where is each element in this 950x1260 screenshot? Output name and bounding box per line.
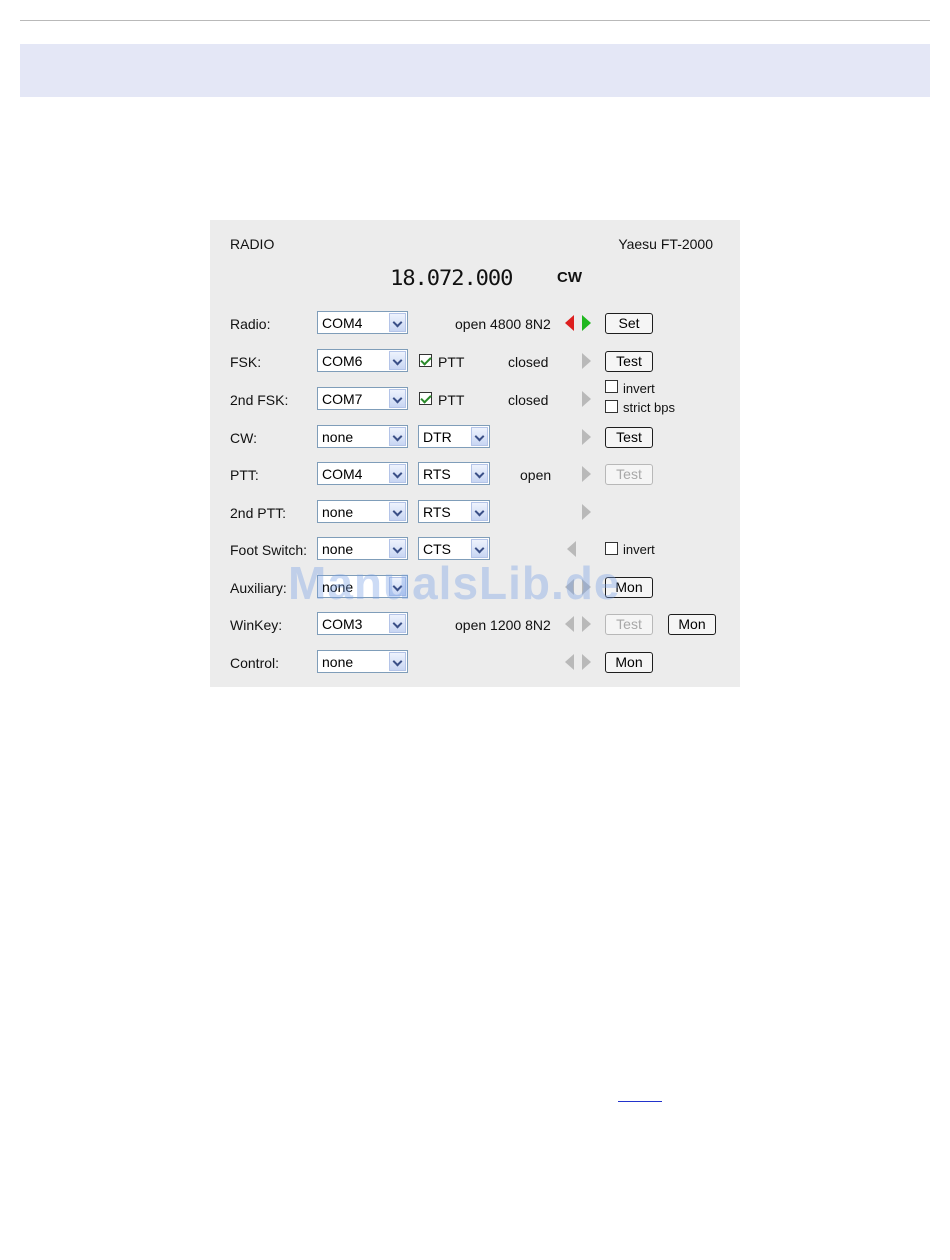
cw-line-value: DTR	[423, 429, 452, 445]
fsk-ptt-label: PTT	[438, 354, 465, 370]
fsk-ptt-checkbox[interactable]	[419, 354, 432, 367]
chevron-down-icon[interactable]	[389, 464, 406, 483]
ptt2-port-select[interactable]: none	[317, 500, 408, 523]
fsk-indicator-icon	[582, 353, 591, 369]
fsk-port-select[interactable]: COM6	[317, 349, 408, 372]
ptt-port-value: COM4	[322, 466, 363, 482]
radio-label: Radio:	[230, 316, 271, 332]
ptt2-indicator-icon	[582, 504, 591, 520]
radio-port-value: COM4	[322, 315, 363, 331]
ptt-status: open	[520, 467, 552, 483]
control-rx-icon	[565, 654, 574, 670]
frequency-display: 18.072.000	[390, 266, 513, 290]
fsk2-status: closed	[508, 392, 549, 408]
fsk-port-value: COM6	[322, 353, 363, 369]
chevron-down-icon[interactable]	[389, 652, 406, 671]
underlined-link[interactable]	[618, 1101, 662, 1102]
tx-led-icon	[582, 315, 591, 331]
row-winkey: WinKey: COM3 open 1200 8N2 Test Mon	[210, 611, 740, 639]
row-cw: CW: none DTR Test	[210, 424, 740, 452]
fsk2-strict-bps-checkbox[interactable]	[605, 400, 618, 413]
row-fsk: FSK: COM6 PTT closed Test	[210, 348, 740, 376]
fsk-status: closed	[508, 354, 549, 370]
ptt-line-value: RTS	[423, 466, 451, 482]
chevron-down-icon[interactable]	[389, 389, 406, 408]
foot-switch-invert-label: invert	[623, 542, 655, 557]
fsk2-strict-bps-label: strict bps	[623, 400, 676, 415]
cw-label: CW:	[230, 430, 257, 446]
winkey-port-value: COM3	[322, 616, 363, 632]
chevron-down-icon[interactable]	[389, 313, 406, 332]
ptt-indicator-icon	[582, 466, 591, 482]
fsk-label: FSK:	[230, 354, 262, 370]
winkey-rx-icon	[565, 616, 574, 632]
chevron-down-icon[interactable]	[389, 351, 406, 370]
radio-config-panel: RADIO Yaesu FT-2000 18.072.000 CW Radio:…	[210, 220, 740, 687]
top-rule	[20, 20, 930, 21]
ptt-test-button[interactable]: Test	[605, 464, 653, 485]
cw-port-value: none	[322, 429, 354, 445]
fsk2-label: 2nd FSK:	[230, 392, 289, 408]
fsk2-indicator-icon	[582, 391, 591, 407]
row-radio: Radio: COM4 open 4800 8N2 Set	[210, 310, 740, 338]
fsk2-invert-label: invert	[623, 381, 655, 396]
chevron-down-icon[interactable]	[471, 502, 488, 521]
ptt-port-select[interactable]: COM4	[317, 462, 408, 485]
radio-model: Yaesu FT-2000	[618, 236, 713, 252]
winkey-label: WinKey:	[230, 617, 283, 633]
radio-port-select[interactable]: COM4	[317, 311, 408, 334]
fsk2-ptt-checkbox[interactable]	[419, 392, 432, 405]
ptt2-line-select[interactable]: RTS	[418, 500, 490, 523]
ptt-label: PTT:	[230, 467, 259, 483]
fsk2-ptt-label: PTT	[438, 392, 465, 408]
cw-port-select[interactable]: none	[317, 425, 408, 448]
panel-title: RADIO	[230, 236, 275, 252]
control-tx-icon	[582, 654, 591, 670]
winkey-status: open 1200 8N2	[455, 617, 551, 633]
ptt2-port-value: none	[322, 504, 354, 520]
fsk-test-button[interactable]: Test	[605, 351, 653, 372]
fsk2-invert-checkbox[interactable]	[605, 380, 618, 393]
cw-test-button[interactable]: Test	[605, 427, 653, 448]
cw-line-select[interactable]: DTR	[418, 425, 490, 448]
set-button[interactable]: Set	[605, 313, 653, 334]
winkey-port-select[interactable]: COM3	[317, 612, 408, 635]
fsk2-port-select[interactable]: COM7	[317, 387, 408, 410]
control-label: Control:	[230, 655, 280, 671]
winkey-mon-button[interactable]: Mon	[668, 614, 716, 635]
winkey-test-button[interactable]: Test	[605, 614, 653, 635]
row-2nd-ptt: 2nd PTT: none RTS	[210, 499, 740, 527]
row-2nd-fsk: 2nd FSK: COM7 PTT closed invert strict b…	[210, 380, 740, 415]
foot-switch-invert-checkbox[interactable]	[605, 542, 618, 555]
foot-switch-port-value: none	[322, 541, 354, 557]
chevron-down-icon[interactable]	[389, 614, 406, 633]
foot-switch-indicator-icon	[567, 541, 576, 557]
fsk2-port-value: COM7	[322, 391, 363, 407]
mode-display: CW	[557, 269, 582, 286]
row-control: Control: none Mon	[210, 649, 740, 677]
row-ptt: PTT: COM4 RTS open Test	[210, 461, 740, 489]
chevron-down-icon[interactable]	[389, 502, 406, 521]
chevron-down-icon[interactable]	[471, 464, 488, 483]
foot-switch-line-value: CTS	[423, 541, 451, 557]
winkey-tx-icon	[582, 616, 591, 632]
control-mon-button[interactable]: Mon	[605, 652, 653, 673]
chevron-down-icon[interactable]	[471, 427, 488, 446]
chevron-down-icon[interactable]	[389, 427, 406, 446]
ptt2-line-value: RTS	[423, 504, 451, 520]
control-port-select[interactable]: none	[317, 650, 408, 673]
control-port-value: none	[322, 654, 354, 670]
cw-indicator-icon	[582, 429, 591, 445]
ptt2-label: 2nd PTT:	[230, 505, 287, 521]
watermark: ManualsLib.de	[288, 557, 621, 609]
radio-status: open 4800 8N2	[455, 316, 551, 332]
rx-led-icon	[565, 315, 574, 331]
auxiliary-label: Auxiliary:	[230, 580, 287, 596]
header-band	[20, 44, 930, 97]
ptt-line-select[interactable]: RTS	[418, 462, 490, 485]
